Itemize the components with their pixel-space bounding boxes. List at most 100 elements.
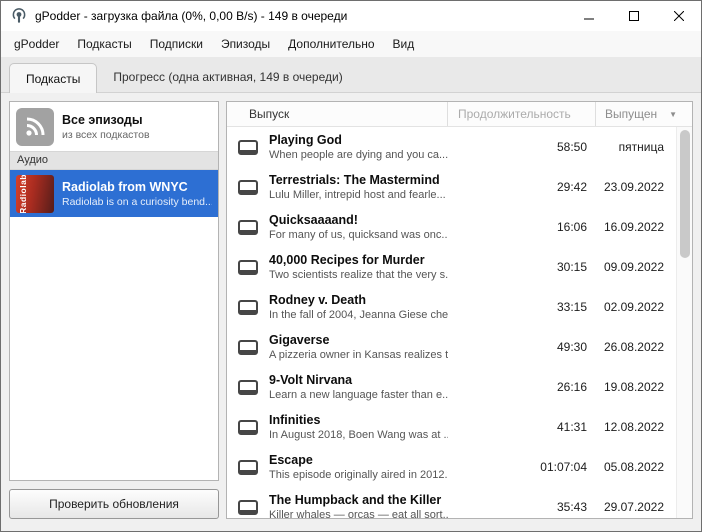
episode-released: пятница xyxy=(596,140,676,154)
check-updates-button[interactable]: Проверить обновления xyxy=(9,489,219,519)
episode-list: Playing God When people are dying and yo… xyxy=(227,127,692,518)
menu-item-gpodder[interactable]: gPodder xyxy=(5,31,68,57)
episode-row[interactable]: Terrestrials: The Mastermind Lulu Miller… xyxy=(227,167,676,207)
episode-icon xyxy=(238,420,258,435)
episode-duration: 58:50 xyxy=(448,140,596,154)
episode-icon xyxy=(238,180,258,195)
podcast-title: Radiolab from WNYC xyxy=(62,180,212,194)
tab-label: Прогресс (одна активная, 149 в очереди) xyxy=(113,70,342,84)
column-header-released[interactable]: Выпущен ▼ xyxy=(596,102,692,126)
episode-icon xyxy=(238,220,258,235)
episode-duration: 16:06 xyxy=(448,220,596,234)
menu-item-подкасты[interactable]: Подкасты xyxy=(68,31,140,57)
episode-row[interactable]: Quicksaaaand! For many of us, quicksand … xyxy=(227,207,676,247)
window-title: gPodder - загрузка файла (0%, 0,00 B/s) … xyxy=(35,9,566,23)
episodes-panel: Выпуск Продолжительность Выпущен ▼ Playi… xyxy=(226,101,693,519)
episode-row[interactable]: The Humpback and the Killer Killer whale… xyxy=(227,487,676,518)
close-icon xyxy=(674,11,684,21)
episode-title: Terrestrials: The Mastermind xyxy=(269,173,446,187)
all-episodes-title: Все эпизоды xyxy=(62,113,150,127)
episode-subtitle: This episode originally aired in 2012... xyxy=(269,469,448,481)
titlebar[interactable]: gPodder - загрузка файла (0%, 0,00 B/s) … xyxy=(1,1,701,31)
episode-title: Infinities xyxy=(269,413,448,427)
episode-subtitle: Two scientists realize that the very s..… xyxy=(269,269,448,281)
episode-icon xyxy=(238,500,258,515)
sort-descending-icon: ▼ xyxy=(669,110,677,119)
episode-duration: 35:43 xyxy=(448,500,596,514)
episode-released: 23.09.2022 xyxy=(596,180,676,194)
close-button[interactable] xyxy=(656,1,701,31)
episode-icon xyxy=(238,140,258,155)
podcast-item-radiolab[interactable]: Radiolab Radiolab from WNYC Radiolab is … xyxy=(10,170,218,217)
minimize-button[interactable] xyxy=(566,1,611,31)
maximize-icon xyxy=(629,11,639,21)
episode-icon xyxy=(238,340,258,355)
episode-released: 16.09.2022 xyxy=(596,220,676,234)
episode-duration: 01:07:04 xyxy=(448,460,596,474)
column-header-episode[interactable]: Выпуск xyxy=(227,102,448,126)
episode-title: 40,000 Recipes for Murder xyxy=(269,253,448,267)
tab-podcasts[interactable]: Подкасты xyxy=(9,63,97,93)
menu-item-эпизоды[interactable]: Эпизоды xyxy=(212,31,279,57)
episode-duration: 33:15 xyxy=(448,300,596,314)
vertical-scrollbar[interactable] xyxy=(676,127,692,518)
episode-duration: 30:15 xyxy=(448,260,596,274)
episode-title: 9-Volt Nirvana xyxy=(269,373,448,387)
episode-duration: 26:16 xyxy=(448,380,596,394)
menu-item-вид[interactable]: Вид xyxy=(384,31,424,57)
menu-item-подписки[interactable]: Подписки xyxy=(141,31,212,57)
episode-released: 26.08.2022 xyxy=(596,340,676,354)
maximize-button[interactable] xyxy=(611,1,656,31)
episode-released: 29.07.2022 xyxy=(596,500,676,514)
column-header-duration[interactable]: Продолжительность xyxy=(448,102,596,126)
episode-title: Quicksaaaand! xyxy=(269,213,448,227)
all-episodes-subtitle: из всех подкастов xyxy=(62,129,150,141)
episode-duration: 41:31 xyxy=(448,420,596,434)
episode-row[interactable]: Playing God When people are dying and yo… xyxy=(227,127,676,167)
section-label-audio: Аудио xyxy=(10,151,218,170)
episode-row[interactable]: Infinities In August 2018, Boen Wang was… xyxy=(227,407,676,447)
podcast-subtitle: Radiolab is on a curiosity bend... xyxy=(62,196,212,208)
episode-subtitle: For many of us, quicksand was onc... xyxy=(269,229,448,241)
episode-duration: 49:30 xyxy=(448,340,596,354)
episode-subtitle: In the fall of 2004, Jeanna Giese che... xyxy=(269,309,448,321)
episode-title: Gigaverse xyxy=(269,333,448,347)
gpodder-app-icon xyxy=(10,7,28,25)
episode-subtitle: When people are dying and you ca... xyxy=(269,149,448,161)
minimize-icon xyxy=(584,11,594,21)
sidebar: Все эпизоды из всех подкастов Аудио Radi… xyxy=(9,101,219,519)
episode-subtitle: Lulu Miller, intrepid host and fearle... xyxy=(269,189,446,201)
episode-title: Escape xyxy=(269,453,448,467)
episode-subtitle: In August 2018, Boen Wang was at ... xyxy=(269,429,448,441)
scrollbar-thumb[interactable] xyxy=(680,130,690,258)
episode-icon xyxy=(238,380,258,395)
episode-icon xyxy=(238,460,258,475)
episode-icon xyxy=(238,300,258,315)
episode-row[interactable]: 9-Volt Nirvana Learn a new language fast… xyxy=(227,367,676,407)
podcast-list: Все эпизоды из всех подкастов Аудио Radi… xyxy=(9,101,219,481)
episode-row[interactable]: Rodney v. Death In the fall of 2004, Jea… xyxy=(227,287,676,327)
tabstrip: Подкасты Прогресс (одна активная, 149 в … xyxy=(1,57,701,93)
main-area: Все эпизоды из всех подкастов Аудио Radi… xyxy=(1,93,701,531)
episode-title: The Humpback and the Killer xyxy=(269,493,448,507)
episode-subtitle: Killer whales — orcas — eat all sort... xyxy=(269,509,448,518)
episode-duration: 29:42 xyxy=(448,180,596,194)
episode-released: 02.09.2022 xyxy=(596,300,676,314)
episode-released: 19.08.2022 xyxy=(596,380,676,394)
episode-row[interactable]: Escape This episode originally aired in … xyxy=(227,447,676,487)
episode-title: Rodney v. Death xyxy=(269,293,448,307)
all-episodes-item[interactable]: Все эпизоды из всех подкастов xyxy=(10,102,218,151)
episode-released: 12.08.2022 xyxy=(596,420,676,434)
episode-row[interactable]: Gigaverse A pizzeria owner in Kansas rea… xyxy=(227,327,676,367)
episode-row[interactable]: 40,000 Recipes for Murder Two scientists… xyxy=(227,247,676,287)
podcast-cover-art: Radiolab xyxy=(16,175,54,213)
menubar: gPodderПодкастыПодпискиЭпизодыДополнител… xyxy=(1,31,701,57)
episode-subtitle: A pizzeria owner in Kansas realizes t... xyxy=(269,349,448,361)
menu-item-дополнительно[interactable]: Дополнительно xyxy=(279,31,383,57)
podcast-logo-text: Radiolab xyxy=(18,175,28,213)
tab-progress[interactable]: Прогресс (одна активная, 149 в очереди) xyxy=(97,62,358,92)
rss-feed-icon xyxy=(16,108,54,146)
episode-released: 05.08.2022 xyxy=(596,460,676,474)
gpodder-window: gPodder - загрузка файла (0%, 0,00 B/s) … xyxy=(0,0,702,532)
episode-title: Playing God xyxy=(269,133,448,147)
